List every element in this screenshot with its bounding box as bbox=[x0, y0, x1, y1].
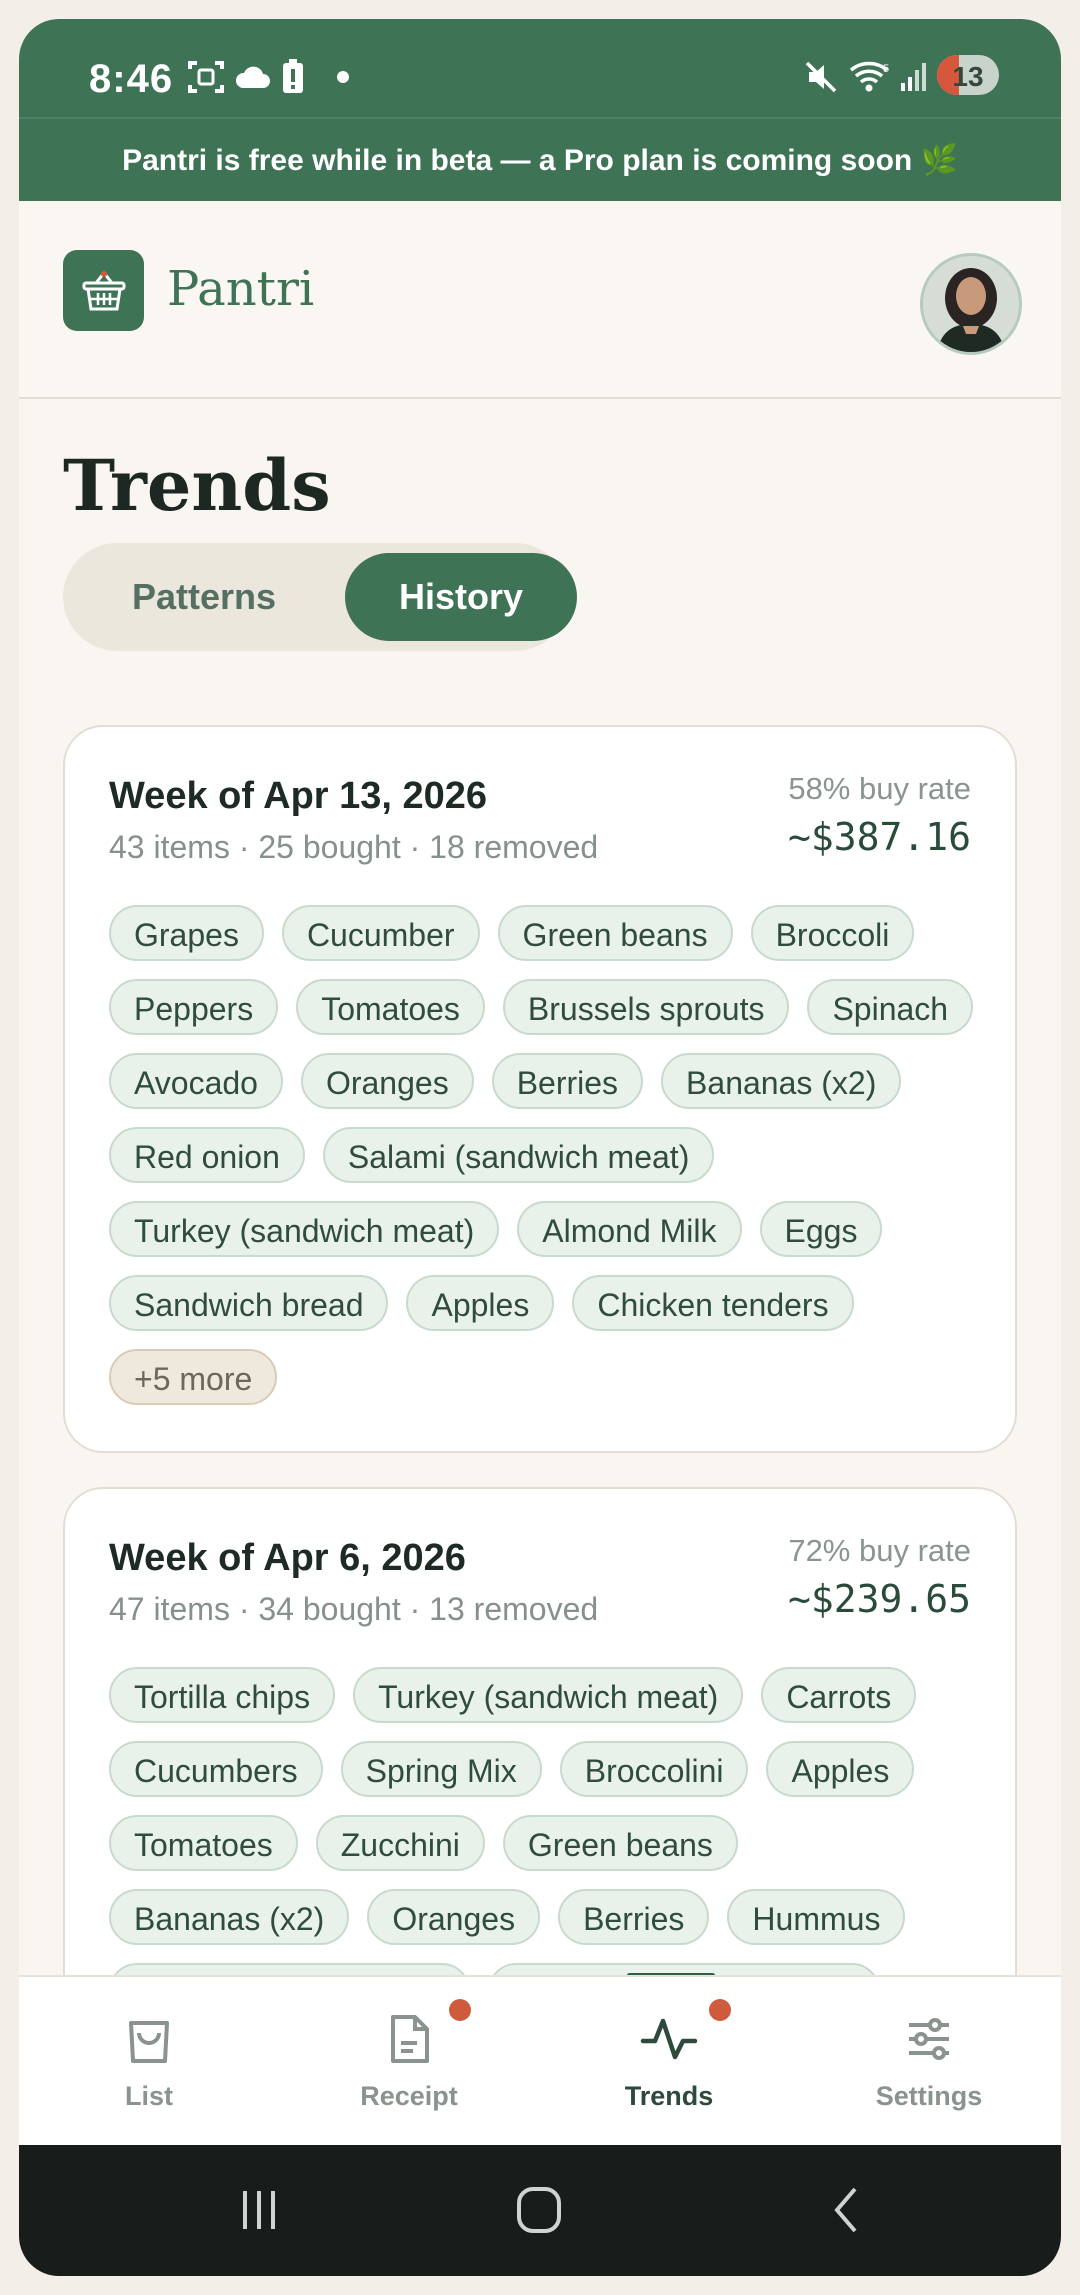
nav-label: Trends bbox=[624, 2081, 714, 2111]
history-list[interactable]: Week of Apr 13, 2026 43 items · 25 bough… bbox=[19, 699, 1061, 1995]
battery-level-badge: 13 bbox=[937, 55, 999, 95]
item-chip: Spinach bbox=[807, 979, 974, 1035]
item-chip: Zucchini bbox=[315, 1815, 485, 1871]
cloud-icon bbox=[233, 59, 271, 95]
recents-button[interactable] bbox=[229, 2185, 289, 2240]
item-chip: Turkey (sandwich meat) bbox=[109, 1201, 500, 1257]
item-chip: Eggs bbox=[759, 1201, 883, 1257]
dot-icon bbox=[337, 59, 349, 95]
system-navigation-bar bbox=[19, 2145, 1061, 2276]
nav-label: Settings bbox=[875, 2081, 983, 2111]
item-chip: Salami (sandwich meat) bbox=[322, 1127, 715, 1183]
screenshot-icon bbox=[187, 59, 225, 95]
more-items-button[interactable]: +5 more bbox=[109, 1349, 278, 1405]
bag-icon bbox=[115, 2005, 183, 2073]
tab-history[interactable]: History bbox=[345, 553, 577, 641]
item-chip: Oranges bbox=[300, 1053, 474, 1109]
avatar[interactable] bbox=[920, 253, 1022, 355]
basket-logo-icon bbox=[63, 250, 144, 331]
item-chip: Avocado bbox=[109, 1053, 283, 1109]
item-chip: Carrots bbox=[761, 1667, 917, 1723]
status-bar: 8:46 5 13 bbox=[19, 19, 1061, 117]
page-title: Trends bbox=[63, 444, 331, 527]
item-chip: Berries bbox=[491, 1053, 644, 1109]
receipt-icon bbox=[375, 2005, 443, 2073]
item-chips: Tortilla chips Turkey (sandwich meat) Carr… bbox=[109, 1667, 979, 1995]
week-total: ~$387.16 bbox=[787, 815, 971, 859]
item-chip: Red onion bbox=[109, 1127, 305, 1183]
app-header: Pantri bbox=[19, 201, 1061, 399]
item-chip: Almond Milk bbox=[517, 1201, 742, 1257]
status-time: 8:46 bbox=[89, 57, 174, 101]
item-chip: Cucumbers bbox=[109, 1741, 323, 1797]
week-summary: 47 items · 34 bought · 13 removed bbox=[109, 1591, 599, 1627]
week-title: Week of Apr 13, 2026 bbox=[109, 775, 488, 817]
buy-rate: 72% buy rate bbox=[788, 1533, 971, 1568]
item-chip: Broccolini bbox=[559, 1741, 749, 1797]
nav-settings[interactable]: Settings bbox=[799, 1977, 1059, 2147]
wifi-icon: 5 bbox=[849, 59, 893, 95]
phone-screen: 8:46 5 13 Pantri is free while in beta —… bbox=[19, 19, 1061, 2276]
week-card[interactable]: Week of Apr 13, 2026 43 items · 25 bough… bbox=[63, 725, 1017, 1453]
battery-alert-icon bbox=[281, 59, 305, 95]
nav-receipt[interactable]: Receipt bbox=[279, 1977, 539, 2147]
item-chip: Peppers bbox=[109, 979, 279, 1035]
item-chip: Cucumber bbox=[281, 905, 480, 961]
sliders-icon bbox=[895, 2005, 963, 2073]
item-chip: Hummus bbox=[727, 1889, 906, 1945]
home-button[interactable] bbox=[509, 2185, 569, 2240]
week-title: Week of Apr 6, 2026 bbox=[109, 1537, 466, 1579]
item-chip: Green beans bbox=[502, 1815, 738, 1871]
item-chip: Broccoli bbox=[750, 905, 915, 961]
view-toggle: Patterns History bbox=[63, 543, 577, 651]
item-chip: Spring Mix bbox=[340, 1741, 542, 1797]
item-chip: Berries bbox=[558, 1889, 710, 1945]
signal-icon bbox=[899, 59, 929, 95]
item-chip: Chicken tenders bbox=[572, 1275, 854, 1331]
item-chip: Oranges bbox=[367, 1889, 541, 1945]
item-chip: Sandwich bread bbox=[109, 1275, 389, 1331]
receipt-notification-dot bbox=[449, 1999, 471, 2021]
buy-rate: 58% buy rate bbox=[788, 771, 971, 806]
nav-trends[interactable]: Trends bbox=[539, 1977, 799, 2147]
tab-patterns[interactable]: Patterns bbox=[73, 553, 335, 641]
nav-label: List bbox=[124, 2081, 173, 2111]
item-chip: Apples bbox=[406, 1275, 555, 1331]
item-chips: Grapes Cucumber Green beans Broccoli Peppers… bbox=[109, 905, 979, 1405]
pulse-icon bbox=[635, 2005, 703, 2073]
trends-notification-dot bbox=[709, 1999, 731, 2021]
nav-list[interactable]: List bbox=[19, 1977, 279, 2147]
bottom-nav: List Receipt Trends Settings bbox=[19, 1975, 1061, 2147]
battery-level-text: 13 bbox=[952, 61, 984, 92]
item-chip: Grapes bbox=[109, 905, 264, 961]
item-chip: Tomatoes bbox=[109, 1815, 298, 1871]
week-total: ~$239.65 bbox=[787, 1577, 971, 1621]
week-card[interactable]: Week of Apr 6, 2026 47 items · 34 bought… bbox=[63, 1487, 1017, 1995]
item-chip: Green beans bbox=[497, 905, 733, 961]
nav-label: Receipt bbox=[360, 2081, 458, 2111]
mute-icon bbox=[803, 59, 839, 95]
item-chip: Bananas (x2) bbox=[661, 1053, 902, 1109]
item-chip: Apples bbox=[766, 1741, 915, 1797]
week-summary: 43 items · 25 bought · 18 removed bbox=[109, 829, 599, 865]
item-chip: Tortilla chips bbox=[109, 1667, 336, 1723]
svg-text:5: 5 bbox=[883, 63, 889, 75]
item-chip: Tomatoes bbox=[296, 979, 485, 1035]
item-chip: Turkey (sandwich meat) bbox=[353, 1667, 744, 1723]
item-chip: Bananas (x2) bbox=[109, 1889, 350, 1945]
back-button[interactable] bbox=[819, 2185, 879, 2240]
item-chip: Brussels sprouts bbox=[502, 979, 790, 1035]
beta-banner: Pantri is free while in beta — a Pro pla… bbox=[19, 117, 1061, 203]
app-name: Pantri bbox=[167, 261, 315, 317]
